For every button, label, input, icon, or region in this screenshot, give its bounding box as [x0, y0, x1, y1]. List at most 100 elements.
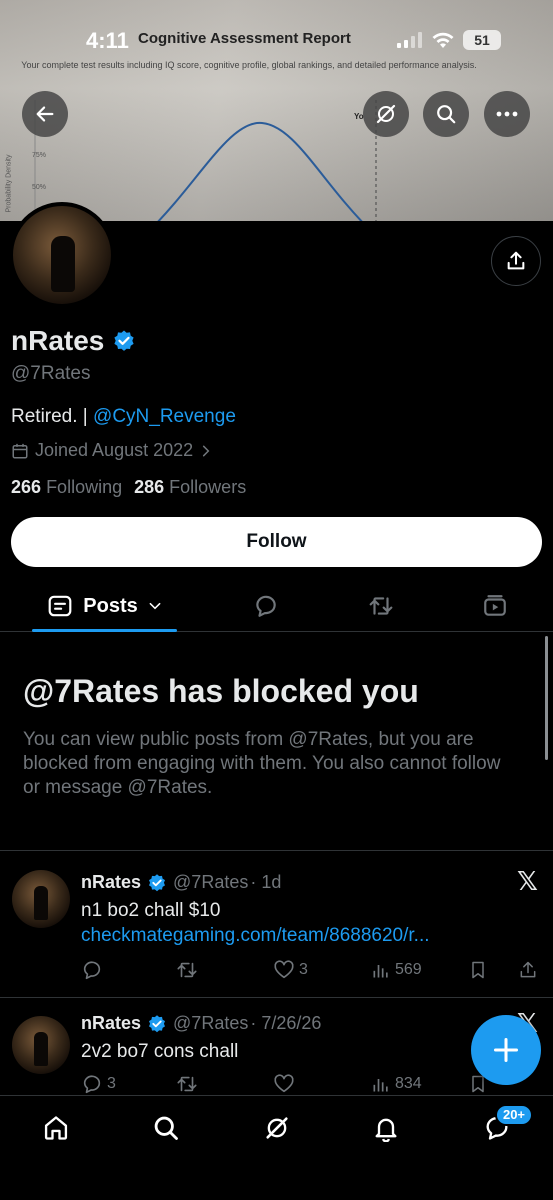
- share-button[interactable]: [491, 236, 541, 286]
- bookmark-button[interactable]: [468, 960, 488, 980]
- divider: [0, 997, 553, 998]
- joined-text: Joined August 2022: [35, 440, 194, 460]
- bio-text: Retired. |: [11, 406, 94, 427]
- blocked-title: @7Rates has blocked you: [23, 673, 419, 709]
- bell-icon: [375, 1118, 397, 1142]
- views-count: 834: [395, 1075, 422, 1092]
- chevron-right-icon: [203, 445, 210, 456]
- calendar-icon: [12, 443, 28, 458]
- status-time: 4:11: [86, 28, 129, 53]
- banner-title: Cognitive Assessment Report: [138, 30, 351, 47]
- signal-icon: [397, 32, 422, 48]
- banner-subtitle: Your complete test results including IQ …: [21, 60, 477, 70]
- profile-name-text: nRates: [11, 325, 105, 356]
- arrow-left-icon: [36, 106, 54, 122]
- post-time: · 7/26/26: [250, 1013, 322, 1033]
- like-count: 3: [299, 961, 308, 978]
- more-button[interactable]: [484, 91, 530, 137]
- reply-button[interactable]: [81, 959, 107, 981]
- post-text: 2v2 bo7 cons chall: [81, 1039, 521, 1064]
- heart-icon: [274, 960, 294, 979]
- scrollbar[interactable]: [545, 636, 548, 760]
- avatar-figure: [51, 236, 75, 292]
- nav-notifications[interactable]: [366, 1108, 406, 1148]
- post-link[interactable]: checkmategaming.com/team/8688620/r...: [81, 925, 430, 946]
- banner-tick-75: 75%: [32, 152, 47, 159]
- share-icon: [507, 251, 525, 270]
- search-icon: [154, 1116, 178, 1140]
- reply-icon: [83, 961, 101, 980]
- post-author-handle: @7Rates: [173, 1013, 249, 1033]
- plus-icon: [493, 1037, 519, 1063]
- posts-icon: [48, 595, 72, 617]
- grok-button[interactable]: [363, 91, 409, 137]
- reply-icon: [256, 595, 276, 617]
- views-button[interactable]: 569: [371, 960, 422, 980]
- repost-button[interactable]: [175, 959, 203, 981]
- following-label: Following: [46, 477, 123, 497]
- views-icon: [373, 965, 388, 978]
- nav-search[interactable]: [146, 1108, 186, 1148]
- reply-icon: [83, 1075, 101, 1094]
- repost-button[interactable]: [175, 1073, 203, 1095]
- reply-button[interactable]: 3: [81, 1073, 116, 1095]
- more-icon: [496, 111, 518, 117]
- profile-handle: @7Rates: [11, 363, 91, 384]
- tab-replies[interactable]: [244, 580, 288, 632]
- tab-reposts[interactable]: [359, 580, 403, 632]
- repost-icon: [177, 1076, 197, 1092]
- following-count: 266: [11, 477, 42, 497]
- profile-stats: 266 Following 286 Followers: [11, 477, 246, 498]
- post-header: nRates @7Rates · 7/26/26: [81, 1013, 321, 1034]
- banner-axis-label: Probability Density: [5, 154, 13, 213]
- post-avatar[interactable]: [12, 870, 70, 928]
- home-icon: [44, 1116, 68, 1140]
- tab-active-indicator: [32, 629, 177, 632]
- search-button[interactable]: [423, 91, 469, 137]
- post-author-name[interactable]: nRates: [81, 872, 141, 893]
- chevron-down-icon: [149, 602, 161, 610]
- profile-bio: Retired. | @CyN_Revenge: [11, 406, 236, 428]
- tab-posts[interactable]: Posts: [32, 580, 177, 632]
- verified-badge-icon: [149, 873, 166, 891]
- post-time: · 1d: [250, 872, 282, 892]
- followers-label: Followers: [169, 477, 247, 497]
- compose-button[interactable]: [471, 1015, 541, 1085]
- banner-tick-50: 50%: [32, 184, 47, 191]
- like-button[interactable]: [273, 1073, 299, 1095]
- nav-grok[interactable]: [257, 1108, 297, 1148]
- joined-date[interactable]: Joined August 2022: [11, 440, 213, 461]
- post-text: n1 bo2 chall $10 checkmategaming.com/tea…: [81, 898, 521, 948]
- profile-tabs: Posts: [0, 580, 553, 632]
- blocked-description: You can view public posts from @7Rates, …: [23, 729, 501, 798]
- follow-button[interactable]: Follow: [11, 517, 542, 567]
- x-logo-icon: 𝕏: [517, 866, 538, 896]
- search-icon: [437, 105, 456, 124]
- post-body: n1 bo2 chall $10: [81, 900, 221, 921]
- post-actions: 3 569: [81, 958, 541, 982]
- wifi-icon: [432, 32, 454, 48]
- back-button[interactable]: [22, 91, 68, 137]
- share-post-button[interactable]: [518, 960, 538, 980]
- repost-icon: [177, 962, 197, 978]
- following-stat[interactable]: 266 Following: [11, 477, 122, 498]
- verified-badge-icon[interactable]: [112, 329, 136, 353]
- tab-posts-label: Posts: [83, 594, 138, 617]
- post-author-name[interactable]: nRates: [81, 1013, 141, 1034]
- bottom-nav: [0, 1095, 553, 1200]
- followers-stat[interactable]: 286 Followers: [134, 477, 246, 498]
- bio-mention-link[interactable]: @CyN_Revenge: [93, 406, 236, 427]
- profile-name: nRates: [11, 325, 136, 357]
- nav-home[interactable]: [36, 1108, 76, 1148]
- status-icons: 51: [397, 30, 501, 50]
- heart-icon: [274, 1074, 294, 1093]
- post-avatar[interactable]: [12, 1016, 70, 1074]
- battery-indicator: 51: [463, 30, 501, 50]
- grok-icon: [266, 1117, 288, 1139]
- views-button[interactable]: 834: [371, 1074, 422, 1094]
- profile-avatar[interactable]: [9, 202, 115, 308]
- tab-media[interactable]: [473, 580, 517, 632]
- like-button[interactable]: 3: [273, 959, 308, 981]
- followers-count: 286: [134, 477, 165, 497]
- repost-icon: [369, 597, 393, 615]
